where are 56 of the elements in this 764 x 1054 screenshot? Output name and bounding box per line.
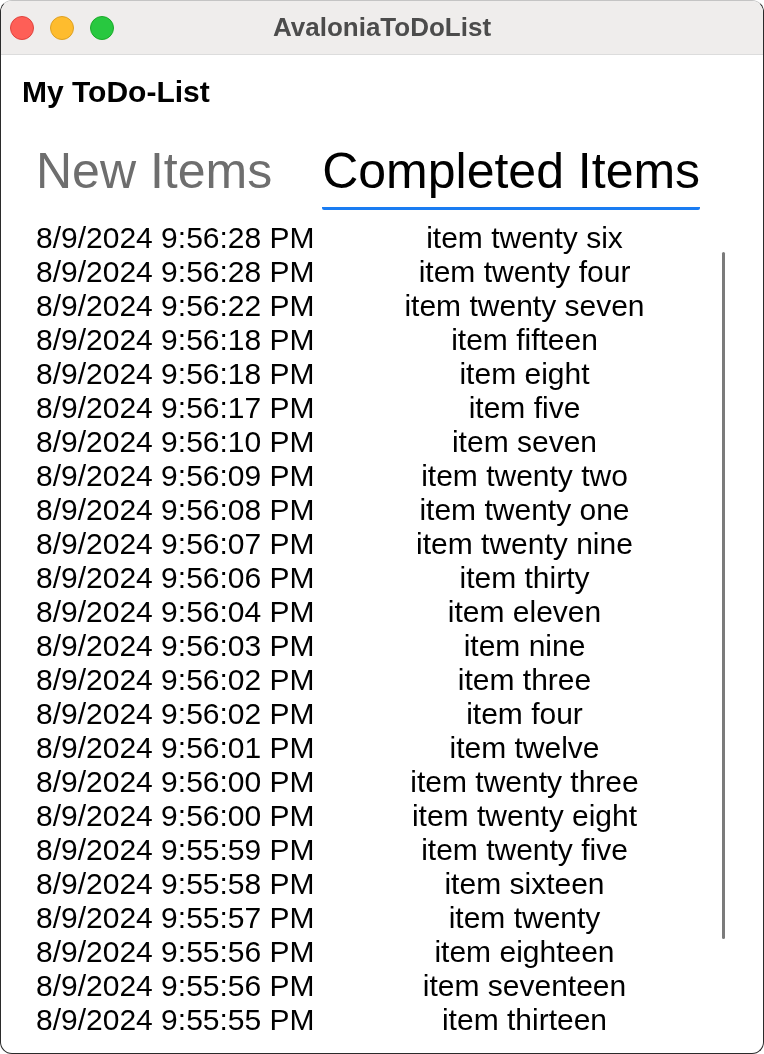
- completion-time: 8/9/2024 9:56:07 PM: [36, 527, 315, 561]
- item-name: item three: [457, 663, 592, 697]
- completion-time: 8/9/2024 9:56:02 PM: [36, 697, 315, 731]
- completion-time: 8/9/2024 9:56:17 PM: [36, 391, 315, 425]
- item-name: item eighteen: [434, 935, 615, 969]
- completion-time: 8/9/2024 9:56:28 PM: [36, 255, 315, 289]
- item-name: item thirty: [459, 561, 590, 595]
- completion-time: 8/9/2024 9:56:02 PM: [36, 663, 315, 697]
- item-name: item thirteen: [441, 1003, 608, 1037]
- scrollbar-thumb[interactable]: [722, 252, 725, 939]
- completion-time: 8/9/2024 9:56:22 PM: [36, 289, 315, 323]
- item-name: item twelve: [449, 731, 600, 765]
- window-title: AvaloniaToDoList: [272, 12, 492, 43]
- tab[interactable]: Completed Items: [322, 142, 701, 210]
- item-name: item twenty seven: [404, 289, 645, 323]
- item-name: item twenty nine: [416, 527, 633, 561]
- item-name: item twenty one: [419, 493, 630, 527]
- item-name: item four: [466, 697, 583, 731]
- completion-time: 8/9/2024 9:56:18 PM: [36, 323, 315, 357]
- item-name: item twenty five: [421, 833, 628, 867]
- item-name: item twenty: [448, 901, 601, 935]
- completion-time: 8/9/2024 9:56:28 PM: [36, 221, 315, 255]
- completion-time: 8/9/2024 9:56:06 PM: [36, 561, 315, 595]
- page-heading: My ToDo-List: [22, 75, 211, 109]
- minimize-button[interactable]: [50, 15, 74, 40]
- completion-time: 8/9/2024 9:55:56 PM: [36, 969, 315, 1003]
- item-name: item seventeen: [422, 969, 627, 1003]
- tab[interactable]: New Items: [36, 142, 273, 210]
- completion-time: 8/9/2024 9:56:09 PM: [36, 459, 315, 493]
- close-button[interactable]: [10, 15, 34, 40]
- completion-time: 8/9/2024 9:56:10 PM: [36, 425, 315, 459]
- item-name: item fifteen: [451, 323, 598, 357]
- item-name: item sixteen: [444, 867, 605, 901]
- completion-time: 8/9/2024 9:55:55 PM: [36, 1003, 315, 1037]
- completion-time: 8/9/2024 9:56:00 PM: [36, 765, 315, 799]
- completion-time: 8/9/2024 9:56:03 PM: [36, 629, 315, 663]
- item-name: item eight: [459, 357, 590, 391]
- completion-time: 8/9/2024 9:55:59 PM: [36, 833, 315, 867]
- completion-time: 8/9/2024 9:55:58 PM: [36, 867, 315, 901]
- completion-time: 8/9/2024 9:55:56 PM: [36, 935, 315, 969]
- item-name: item seven: [451, 425, 598, 459]
- completion-time: 8/9/2024 9:56:08 PM: [36, 493, 315, 527]
- zoom-button[interactable]: [90, 15, 114, 40]
- item-name: item five: [468, 391, 581, 425]
- completion-time: 8/9/2024 9:56:00 PM: [36, 799, 315, 833]
- item-name: item twenty three: [410, 765, 639, 799]
- completion-time: 8/9/2024 9:55:57 PM: [36, 901, 315, 935]
- item-name: item eleven: [447, 595, 602, 629]
- item-name: item twenty six: [426, 221, 623, 255]
- item-name: item twenty eight: [411, 799, 638, 833]
- item-name: item nine: [463, 629, 586, 663]
- completion-time: 8/9/2024 9:56:04 PM: [36, 595, 315, 629]
- item-name: item twenty two: [421, 459, 628, 493]
- completion-time: 8/9/2024 9:56:01 PM: [36, 731, 315, 765]
- completion-time: 8/9/2024 9:56:18 PM: [36, 357, 315, 391]
- item-name: item twenty four: [418, 255, 631, 289]
